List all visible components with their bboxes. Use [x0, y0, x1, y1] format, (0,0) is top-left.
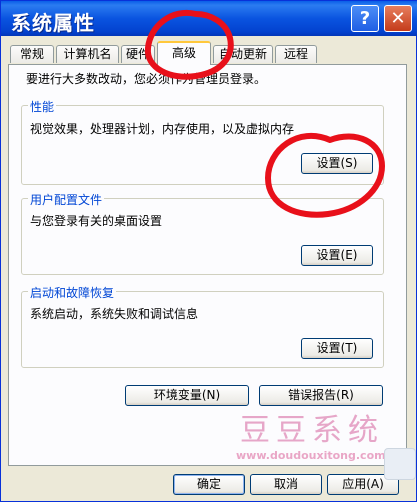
tab-remote[interactable]: 远程	[275, 45, 317, 63]
performance-settings-button[interactable]: 设置(S)	[301, 153, 373, 174]
ok-button[interactable]: 确定	[173, 474, 245, 495]
performance-description: 视觉效果，处理器计划，内存使用，以及虚拟内存	[30, 122, 295, 136]
watermark-name: 豆豆系统	[240, 413, 384, 448]
tab-computer-name[interactable]: 计算机名	[56, 45, 119, 63]
user-profiles-settings-button[interactable]: 设置(E)	[301, 245, 373, 266]
startup-recovery-description: 系统启动，系统失败和调试信息	[30, 307, 199, 321]
performance-group-label: 性能	[28, 98, 57, 115]
window-title: 系统属性	[11, 11, 95, 35]
user-profiles-group-label: 用户配置文件	[28, 191, 105, 208]
tab-advanced[interactable]: 高级	[157, 41, 211, 65]
tab-automatic-updates[interactable]: 自动更新	[213, 45, 273, 63]
help-button[interactable]: ?	[351, 5, 379, 32]
title-bar[interactable]: 系统属性 ? ✕	[1, 1, 417, 36]
tab-hardware[interactable]: 硬件	[121, 45, 155, 63]
admin-note: 要进行大多数改动，您必须作为管理员登录。	[26, 72, 267, 86]
watermark-logo-icon	[384, 448, 416, 480]
user-profiles-description: 与您登录有关的桌面设置	[30, 214, 163, 228]
close-button[interactable]: ✕	[384, 5, 412, 32]
cancel-button[interactable]: 取消	[250, 474, 322, 495]
watermark-url: www.doudouxitong.com	[236, 449, 386, 462]
startup-recovery-group-label: 启动和故障恢复	[28, 284, 117, 301]
environment-variables-button[interactable]: 环境变量(N)	[125, 385, 249, 406]
error-reporting-button[interactable]: 错误报告(R)	[259, 385, 383, 406]
startup-recovery-settings-button[interactable]: 设置(T)	[301, 338, 373, 359]
tab-general[interactable]: 常规	[10, 45, 54, 63]
